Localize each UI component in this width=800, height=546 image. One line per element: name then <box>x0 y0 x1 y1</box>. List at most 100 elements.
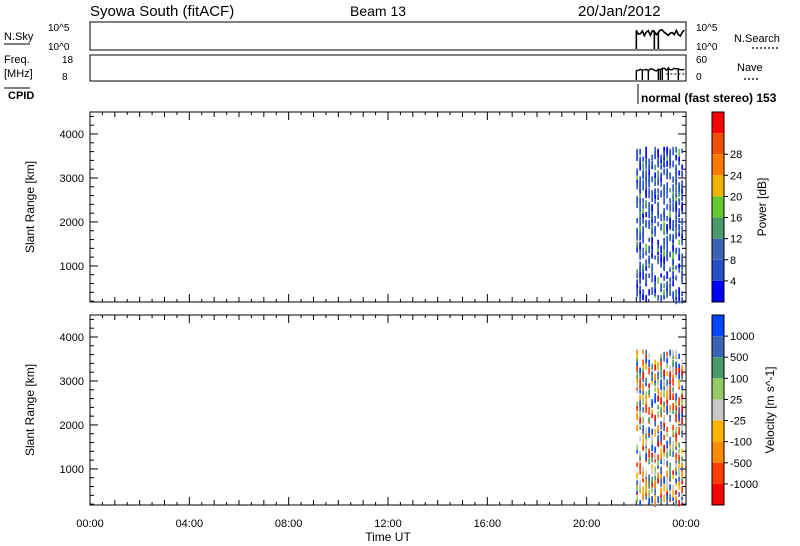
data-cell <box>651 176 653 183</box>
velocity-colorbar-label: Velocity [m s^-1] <box>763 367 777 454</box>
data-cell <box>678 397 680 406</box>
data-cell <box>660 283 662 292</box>
data-cell <box>669 405 671 411</box>
colorbar-tick-label: 25 <box>730 394 742 406</box>
data-cell <box>681 456 683 462</box>
data-cell <box>672 160 674 168</box>
data-cell <box>678 500 680 507</box>
data-cell <box>669 283 671 288</box>
data-cell <box>678 156 680 162</box>
data-cell <box>660 488 662 495</box>
data-cell <box>657 405 659 410</box>
data-cell <box>666 351 668 357</box>
data-cell <box>669 385 671 393</box>
data-cell <box>681 217 683 226</box>
data-cell <box>654 428 656 437</box>
data-cell <box>663 184 665 192</box>
data-cell <box>645 219 647 228</box>
data-cell <box>681 405 683 413</box>
data-cell <box>666 478 668 486</box>
colorbar-segment <box>712 175 724 197</box>
colorbar-tick-label: 28 <box>730 149 742 161</box>
data-cell <box>672 223 674 231</box>
data-cell <box>639 411 641 418</box>
data-cell <box>666 271 668 280</box>
data-cell <box>648 458 650 465</box>
data-cell <box>648 174 650 182</box>
data-cell <box>663 275 665 281</box>
data-cell <box>660 295 662 302</box>
data-cell <box>678 198 680 206</box>
data-cell <box>648 498 650 504</box>
data-cell <box>675 265 677 270</box>
data-cell <box>678 293 680 301</box>
y-tick-label: 2000 <box>60 217 84 229</box>
data-cell <box>666 405 668 411</box>
data-cell <box>639 231 641 240</box>
velocity-panel: 1000 2000 3000 4000 Slant Range [km] 1000 50… <box>23 314 777 508</box>
data-cell <box>672 219 674 225</box>
data-cell <box>648 353 650 359</box>
data-cell <box>657 148 659 155</box>
data-cell <box>678 363 680 368</box>
data-cell <box>681 297 683 304</box>
data-cell <box>660 397 662 405</box>
data-cell <box>642 424 644 432</box>
data-cell <box>660 182 662 187</box>
data-cell <box>657 188 659 194</box>
y-tick-label: 3000 <box>60 173 84 185</box>
data-cell <box>663 351 665 357</box>
data-cell <box>657 460 659 467</box>
colorbar-segment <box>712 399 724 421</box>
data-cell <box>666 168 668 177</box>
data-cell <box>681 261 683 270</box>
colorbar-segment <box>712 196 724 218</box>
data-cell <box>639 176 641 183</box>
data-cell <box>657 170 659 178</box>
colorbar-segment <box>712 336 724 358</box>
data-cell <box>648 255 650 262</box>
data-cell <box>639 297 641 302</box>
y-tick-label: 1000 <box>60 464 84 476</box>
data-cell <box>645 273 647 279</box>
colorbar-tick-label: -25 <box>730 416 746 428</box>
data-cell <box>666 498 668 505</box>
data-cell <box>663 484 665 492</box>
colorbar-segment <box>712 315 724 337</box>
data-cell <box>681 253 683 259</box>
data-cell <box>651 160 653 167</box>
data-cell <box>681 225 683 232</box>
data-cell <box>675 192 677 198</box>
velocity-data-cells <box>636 349 683 508</box>
data-cell <box>636 235 638 241</box>
data-cell <box>660 273 662 278</box>
data-cell <box>669 267 671 272</box>
data-cell <box>681 359 683 366</box>
data-cell <box>651 363 653 370</box>
colorbar-segment <box>712 154 724 176</box>
data-cell <box>663 243 665 250</box>
date-title: 20/Jan/2012 <box>578 3 661 20</box>
colorbar-segment <box>712 133 724 155</box>
freq-unit-label: [MHz] <box>4 68 33 80</box>
power-panel: 1000 2000 3000 4000 Slant Range [km] 4 8 12 16… <box>23 111 769 305</box>
data-cell <box>639 436 641 442</box>
data-cell <box>669 251 671 258</box>
data-cell <box>666 385 668 392</box>
data-cell <box>636 273 638 278</box>
data-cell <box>654 480 656 487</box>
station-title: Syowa South (fitACF) <box>90 3 234 20</box>
data-cell <box>639 210 641 217</box>
data-cell <box>642 383 644 392</box>
data-cell <box>681 170 683 176</box>
data-cell <box>672 470 674 475</box>
data-cell <box>660 245 662 254</box>
data-cell <box>636 168 638 176</box>
data-cell <box>666 245 668 254</box>
data-cell <box>636 241 638 248</box>
data-cell <box>651 399 653 405</box>
data-cell <box>639 462 641 471</box>
data-cell <box>648 490 650 498</box>
data-cell <box>666 357 668 364</box>
data-cell <box>654 231 656 237</box>
